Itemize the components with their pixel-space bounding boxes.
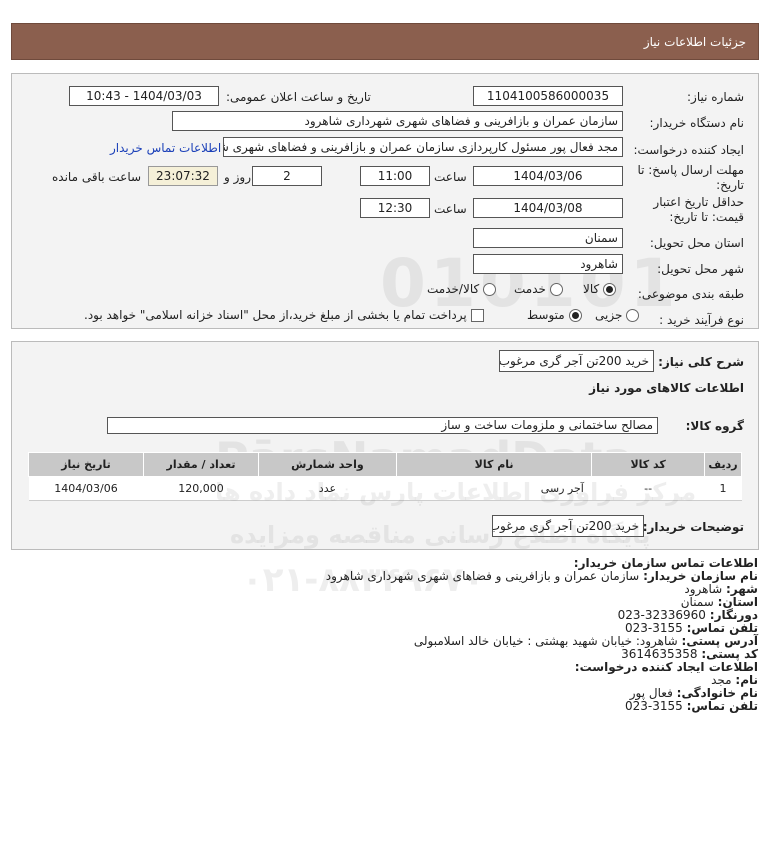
cell-date: 1404/03/06	[28, 476, 144, 501]
need-number-field[interactable]: 1104100586000035	[473, 86, 623, 106]
summary-field: خرید 200تن آجر گری مرغوب	[499, 350, 654, 372]
creator-phone-label: تلفن تماس:	[686, 699, 758, 713]
page-title: جزئیات اطلاعات نیاز	[643, 34, 746, 49]
contact-city: شاهرود	[684, 582, 723, 596]
reply-deadline-label: مهلت ارسال پاسخ: تا تاریخ:	[637, 163, 744, 192]
process-minor-label: جزیی	[595, 308, 623, 322]
process-medium-label: متوسط	[527, 308, 565, 322]
category-option-goods[interactable]: کالا	[583, 282, 617, 296]
col-row: ردیف	[703, 452, 743, 477]
contact-org-label: نام سازمان خریدار:	[643, 569, 758, 583]
contact-city-label: شهر:	[726, 582, 758, 596]
category-option-service[interactable]: خدمت	[514, 282, 563, 296]
category-option-both[interactable]: کالا/خدمت	[427, 282, 497, 296]
province-field[interactable]: سمنان	[473, 228, 623, 248]
category-label: طبقه بندی موضوعی:	[637, 287, 744, 301]
category-goods-label: کالا	[583, 282, 600, 296]
process-medium-radio[interactable]	[568, 309, 582, 322]
process-option-medium[interactable]: متوسط	[527, 308, 582, 322]
contact-address: شاهرود: خیابان شهید بهشتی : خیابان خالد …	[413, 634, 678, 648]
creator-phone-line: تلفن تماس: 3155-023	[326, 700, 758, 713]
contact-phone: 3155-023	[624, 621, 683, 635]
creator-label: ایجاد کننده درخواست:	[633, 143, 744, 157]
col-name: نام کالا	[395, 452, 593, 477]
contact-section: اطلاعات تماس سازمان خریدار: نام سازمان خ…	[326, 557, 758, 713]
goods-table-header: ردیف کد کالا نام کالا واحد شمارش تعداد /…	[28, 452, 743, 477]
category-both-label: کالا/خدمت	[427, 282, 480, 296]
announce-label: تاریخ و ساعت اعلان عمومی:	[226, 90, 371, 104]
remaining-time-field: 23:07:32	[148, 166, 218, 186]
process-option-minor[interactable]: جزیی	[595, 308, 640, 322]
days-field[interactable]: 2	[252, 166, 322, 186]
cell-code: --	[591, 476, 705, 501]
process-label: نوع فرآیند خرید :	[659, 313, 744, 327]
creator-field[interactable]: مجد فعال پور مسئول کارپردازی سازمان عمرا…	[223, 137, 623, 157]
contact-postal-label: کد پستی:	[701, 647, 758, 661]
goods-table: ردیف کد کالا نام کالا واحد شمارش تعداد /…	[28, 452, 743, 501]
category-service-radio[interactable]	[549, 283, 563, 296]
reply-date-field[interactable]: 1404/03/06	[473, 166, 623, 186]
creator-phone: 3155-023	[624, 699, 683, 713]
remaining-label: ساعت باقی مانده	[52, 170, 142, 184]
buyer-desc-field: خرید 200تن آجر گری مرغوب	[492, 515, 644, 537]
contact-org: سازمان عمران و بازافرینی و فضاهای شهری ش…	[325, 569, 640, 583]
table-row: 1 -- آجر رسی عدد 120,000 1404/03/06	[28, 476, 742, 501]
col-date: تاریخ نیاز	[28, 452, 144, 477]
col-qty: تعداد / مقدار	[143, 452, 259, 477]
validity-time-label: ساعت	[434, 202, 467, 216]
cell-name: آجر رسی	[396, 476, 592, 501]
category-both-radio[interactable]	[483, 283, 497, 296]
reply-time-field[interactable]: 11:00	[360, 166, 430, 186]
payment-note: پرداخت تمام یا بخشی از مبلغ خرید،از محل …	[84, 308, 467, 322]
validity-time-field[interactable]: 12:30	[360, 198, 430, 218]
price-validity-label: حداقل تاریخ اعتبار قیمت: تا تاریخ:	[653, 195, 744, 224]
city-label: شهر محل تحویل:	[657, 262, 744, 276]
payment-option[interactable]: پرداخت تمام یا بخشی از مبلغ خرید،از محل …	[84, 308, 484, 322]
cell-qty: 120,000	[143, 476, 259, 501]
contact-address-label: آدرس پستی:	[681, 634, 758, 648]
summary-panel	[11, 341, 759, 550]
creator-name: مجد	[711, 673, 732, 687]
payment-checkbox[interactable]	[470, 309, 484, 322]
days-label: روز و	[224, 170, 251, 184]
contact-postal: 3614635358	[621, 647, 698, 661]
creator-info-title: اطلاعات ایجاد کننده درخواست:	[574, 660, 758, 674]
contact-phone-label: تلفن تماس:	[686, 621, 758, 635]
province-label: استان محل تحویل:	[649, 236, 744, 250]
need-number-label: شماره نیاز:	[687, 90, 744, 104]
col-unit: واحد شمارش	[257, 452, 397, 477]
announce-field[interactable]: 1404/03/03 - 10:43	[69, 86, 219, 106]
goods-info-title: اطلاعات کالاهای مورد نیاز	[589, 381, 744, 395]
buyer-org-field[interactable]: سازمان عمران و بازافرینی و فضاهای شهری ش…	[172, 111, 623, 131]
summary-label: شرح کلی نیاز:	[658, 355, 744, 369]
creator-name-label: نام:	[735, 673, 758, 687]
category-goods-radio[interactable]	[603, 283, 617, 296]
buyer-org-label: نام دستگاه خریدار:	[649, 116, 745, 130]
buyer-desc-label: توضیحات خریدار:	[642, 520, 744, 534]
buyer-contact-link[interactable]: اطلاعات تماس خریدار	[110, 141, 221, 155]
page-header: جزئیات اطلاعات نیاز	[11, 23, 759, 60]
cell-row: 1	[704, 476, 742, 501]
process-minor-radio[interactable]	[626, 309, 640, 322]
validity-date-field[interactable]: 1404/03/08	[473, 198, 623, 218]
goods-group-field: مصالح ساختمانی و ملزومات ساخت و ساز	[107, 417, 658, 434]
creator-family: فعال پور	[629, 686, 673, 700]
cell-unit: عدد	[258, 476, 397, 501]
goods-group-label: گروه کالا:	[685, 419, 744, 433]
contact-province: سمنان	[680, 595, 714, 609]
creator-family-label: نام خانوادگی:	[676, 686, 758, 700]
contact-fax: 32336960-023	[617, 608, 706, 622]
reply-time-label: ساعت	[434, 170, 467, 184]
contact-fax-label: دورنگار:	[709, 608, 758, 622]
city-field[interactable]: شاهرود	[473, 254, 623, 274]
category-service-label: خدمت	[514, 282, 546, 296]
col-code: کد کالا	[591, 452, 705, 477]
contact-province-label: استان:	[717, 595, 758, 609]
